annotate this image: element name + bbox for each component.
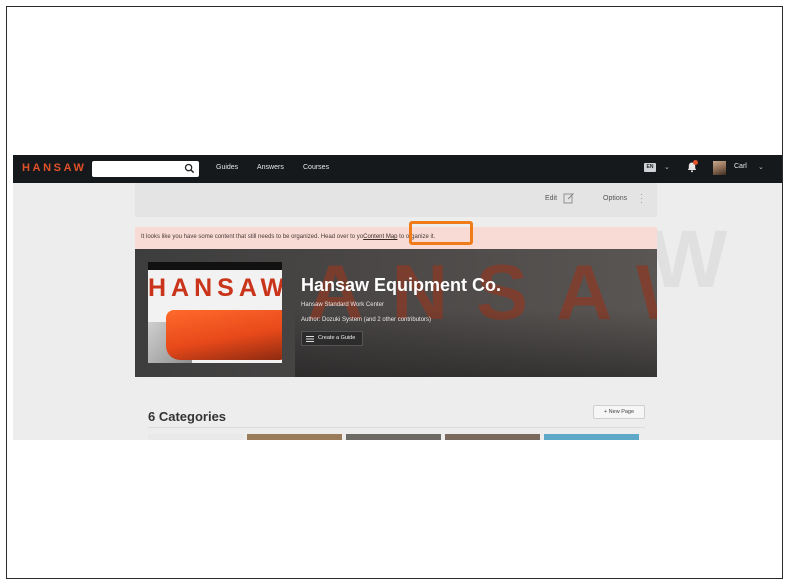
category-card[interactable]	[445, 434, 540, 440]
create-guide-label: Create a Guide	[318, 335, 356, 341]
divider	[148, 427, 645, 428]
notice-text: It looks like you have some content that…	[141, 234, 435, 240]
screenshot-frame: HANSAW Guides Answers Courses EN ⌄ Carl …	[6, 6, 783, 579]
category-card[interactable]	[544, 434, 639, 440]
top-navigation: HANSAW Guides Answers Courses EN ⌄ Carl …	[13, 155, 782, 183]
thumbnail-logo: HANSAW	[148, 274, 282, 302]
company-thumbnail: HANSAW	[148, 262, 282, 363]
excavator-image	[166, 310, 282, 360]
create-guide-button[interactable]: Create a Guide	[301, 331, 363, 346]
app-screenshot: HANSAW Guides Answers Courses EN ⌄ Carl …	[13, 155, 782, 440]
user-menu-chevron-icon[interactable]: ⌄	[758, 163, 764, 171]
nav-answers[interactable]: Answers	[257, 164, 284, 171]
categories-title: 6 Categories	[148, 409, 227, 424]
category-card[interactable]	[148, 434, 243, 440]
chevron-down-icon[interactable]: ⌄	[664, 163, 670, 171]
nav-courses[interactable]: Courses	[303, 164, 329, 171]
content-map-link[interactable]: Content Map	[363, 234, 397, 240]
organize-notice-banner: It looks like you have some content that…	[135, 227, 657, 249]
page-title: Hansaw Equipment Co.	[301, 275, 502, 295]
options-button[interactable]: Options	[603, 195, 627, 202]
hero-banner: HANSAW HANSAW Hansaw Equipment Co. Hansa…	[135, 249, 657, 377]
page-subtitle: Hansaw Standard Work Center	[301, 302, 384, 308]
kebab-menu-icon[interactable]: · · ·	[640, 190, 643, 207]
notice-text-before: It looks like you have some content that…	[141, 234, 364, 240]
avatar[interactable]	[713, 161, 726, 175]
search-input[interactable]	[92, 161, 199, 177]
language-selector[interactable]: EN	[644, 163, 656, 172]
content-map-highlight	[409, 221, 473, 245]
brand-logo[interactable]: HANSAW	[22, 162, 87, 174]
category-card[interactable]	[247, 434, 342, 440]
user-name[interactable]: Carl	[734, 163, 747, 170]
edit-icon[interactable]	[563, 192, 575, 204]
search-icon[interactable]	[184, 163, 195, 174]
thumbnail-band	[148, 262, 282, 270]
notification-dot	[693, 160, 698, 165]
category-card[interactable]	[346, 434, 441, 440]
page-author: Author: Dozuki System (and 2 other contr…	[301, 317, 432, 323]
list-icon	[306, 336, 314, 342]
edit-button[interactable]: Edit	[545, 195, 557, 202]
new-page-button[interactable]: + New Page	[593, 405, 645, 419]
nav-guides[interactable]: Guides	[216, 164, 238, 171]
page-toolbar: Edit Options · · ·	[135, 183, 657, 217]
